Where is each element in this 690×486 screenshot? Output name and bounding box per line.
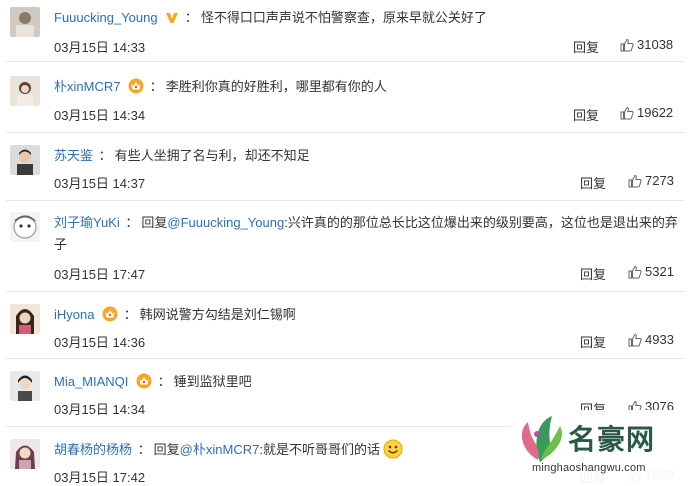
comment-line: 朴xinMCR7 ：李胜利你真的好胜利，哪里都有你的人 bbox=[54, 76, 680, 100]
avatar[interactable] bbox=[10, 371, 40, 401]
comment-date: 03月15日 14:33 bbox=[54, 40, 146, 55]
like-count: 19622 bbox=[637, 105, 674, 120]
comment-line: 刘子瑜YuKi ：回复@Fuuucking_Young:兴许真的的那位总长比这位… bbox=[54, 212, 680, 256]
divider bbox=[6, 291, 684, 292]
avatar[interactable] bbox=[10, 304, 40, 334]
thumbs-up-icon bbox=[620, 38, 634, 52]
separator: ： bbox=[157, 374, 171, 389]
crown-member-icon bbox=[102, 306, 118, 328]
crown-member-icon bbox=[136, 373, 152, 395]
avatar[interactable] bbox=[10, 212, 40, 242]
divider bbox=[6, 358, 684, 359]
thumbs-up-icon bbox=[628, 174, 642, 188]
watermark: 名豪网 minghaoshangwu.com bbox=[510, 410, 690, 485]
comment-text: 韩网说警方勾结是刘仁锡啊 bbox=[139, 307, 296, 322]
thumbs-up-icon bbox=[628, 333, 642, 347]
comment-line: Mia_MIANQI ：锤到监狱里吧 bbox=[54, 371, 680, 395]
comment-date: 03月15日 17:47 bbox=[54, 267, 146, 282]
reply-button[interactable]: 回复 bbox=[573, 105, 599, 124]
like-button[interactable]: 4933 bbox=[628, 332, 674, 347]
username-link[interactable]: 朴xinMCR7 bbox=[54, 79, 120, 94]
like-count: 31038 bbox=[637, 37, 674, 52]
comment-line: iHyona ：韩网说警方勾结是刘仁锡啊 bbox=[54, 304, 680, 328]
username-link[interactable]: 胡春杨的杨杨 bbox=[54, 442, 132, 457]
comment-date: 03月15日 17:42 bbox=[54, 470, 146, 485]
comment-line: 苏天鉴 ：有些人坐拥了名与利，却还不知足 bbox=[54, 145, 680, 166]
watermark-url: minghaoshangwu.com bbox=[532, 462, 646, 474]
username-link[interactable]: 苏天鉴 bbox=[54, 148, 93, 163]
like-button[interactable]: 19622 bbox=[620, 105, 673, 120]
leaf-logo-icon bbox=[521, 416, 562, 462]
like-button[interactable]: 5321 bbox=[628, 264, 674, 279]
reply-button[interactable]: 回复 bbox=[580, 332, 606, 351]
like-button[interactable]: 31038 bbox=[620, 37, 673, 52]
thumbs-up-icon bbox=[628, 265, 642, 279]
separator: ： bbox=[123, 307, 137, 322]
avatar[interactable] bbox=[10, 145, 40, 175]
username-link[interactable]: iHyona bbox=[54, 307, 94, 322]
username-link[interactable]: 刘子瑜YuKi bbox=[54, 215, 120, 230]
divider bbox=[6, 61, 684, 62]
reply-button[interactable]: 回复 bbox=[573, 37, 599, 56]
separator: ： bbox=[125, 215, 139, 230]
comment-line: Fuuucking_Young ：怪不得口口声声说不怕警察查，原来早就公关好了 bbox=[54, 7, 680, 31]
watermark-title: 名豪网 bbox=[568, 424, 656, 455]
crown-member-icon bbox=[128, 78, 144, 100]
like-count: 5321 bbox=[645, 264, 674, 279]
mention-link[interactable]: @Fuuucking_Young bbox=[167, 215, 284, 230]
separator: ： bbox=[149, 79, 163, 94]
avatar[interactable] bbox=[10, 439, 40, 469]
comment-text: 怪不得口口声声说不怕警察查，原来早就公关好了 bbox=[200, 10, 487, 25]
avatar[interactable] bbox=[10, 7, 40, 37]
avatar[interactable] bbox=[10, 76, 40, 106]
comment-text: 李胜利你真的好胜利，哪里都有你的人 bbox=[165, 79, 387, 94]
comment-text: :就是不听哥哥们的话 bbox=[259, 442, 380, 457]
divider bbox=[6, 132, 684, 133]
reply-button[interactable]: 回复 bbox=[580, 264, 606, 283]
v-verified-icon bbox=[165, 10, 179, 31]
comment-date: 03月15日 14:34 bbox=[54, 402, 146, 417]
username-link[interactable]: Mia_MIANQI bbox=[54, 374, 128, 389]
like-count: 4933 bbox=[645, 332, 674, 347]
like-button[interactable]: 7273 bbox=[628, 173, 674, 188]
separator: ： bbox=[98, 148, 112, 163]
smile-emoji-icon bbox=[383, 439, 403, 465]
reply-prefix: 回复 bbox=[141, 215, 168, 230]
comment-date: 03月15日 14:34 bbox=[54, 108, 146, 123]
mention-link[interactable]: @朴xinMCR7 bbox=[180, 442, 260, 457]
comment-date: 03月15日 14:36 bbox=[54, 335, 146, 350]
comment-text: 锤到监狱里吧 bbox=[173, 374, 252, 389]
comment-date: 03月15日 14:37 bbox=[54, 176, 146, 191]
separator: ： bbox=[137, 442, 151, 457]
like-count: 7273 bbox=[645, 173, 674, 188]
reply-button[interactable]: 回复 bbox=[580, 173, 606, 192]
separator: ： bbox=[184, 10, 198, 25]
username-link[interactable]: Fuuucking_Young bbox=[54, 10, 158, 25]
thumbs-up-icon bbox=[620, 106, 634, 120]
divider bbox=[6, 200, 684, 201]
reply-prefix: 回复 bbox=[153, 442, 180, 457]
comment-text: 有些人坐拥了名与利，却还不知足 bbox=[114, 148, 310, 163]
